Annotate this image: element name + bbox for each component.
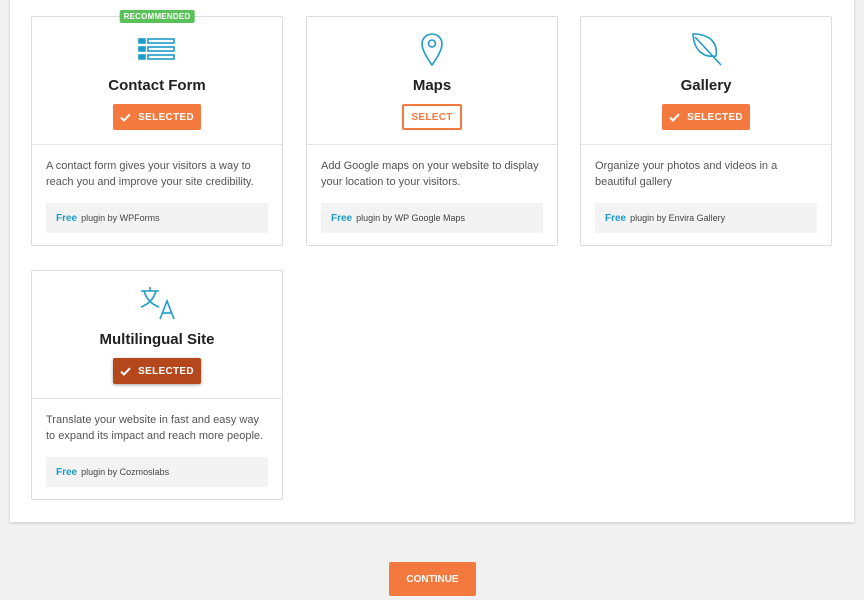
button-label: SELECTED — [138, 365, 194, 377]
continue-button[interactable]: CONTINUE — [389, 562, 476, 596]
maps-select-button[interactable]: SELECT — [402, 104, 462, 130]
card-description: A contact form gives your visitors a way… — [46, 160, 254, 188]
plugin-info: Free plugin by WP Google Maps — [321, 203, 543, 233]
translate-icon — [137, 285, 177, 321]
feature-card-multilingual: Multilingual Site SELECTED Translate you… — [31, 270, 283, 500]
plugin-info: Free plugin by Cozmoslabs — [46, 457, 268, 487]
checkmark-icon — [669, 113, 680, 122]
features-panel: RECOMMENDED Contact Form SELECTED A cont… — [10, 0, 854, 522]
feature-card-contact-form: RECOMMENDED Contact Form SELECTED A cont… — [31, 10, 283, 246]
plugin-info: Free plugin by Envira Gallery — [595, 203, 817, 233]
plugin-author: plugin by WPForms — [81, 213, 160, 223]
map-pin-icon — [412, 31, 452, 67]
form-list-icon — [137, 31, 177, 67]
card-title: Maps — [412, 77, 452, 94]
feature-card-gallery: Gallery SELECTED Organize your photos an… — [580, 16, 832, 246]
card-header: Maps SELECT — [307, 17, 557, 145]
free-label: Free — [56, 466, 78, 478]
plugin-author: plugin by WP Google Maps — [356, 213, 466, 223]
button-label: SELECT — [411, 111, 453, 123]
card-title: Contact Form — [108, 77, 206, 94]
card-header: Multilingual Site SELECTED — [32, 271, 282, 399]
contact-form-selected-button[interactable]: SELECTED — [113, 104, 201, 130]
card-title: Multilingual Site — [99, 331, 215, 348]
card-description: Translate your website in fast and easy … — [46, 414, 264, 442]
feature-card-maps: Maps SELECT Add Google maps on your webs… — [306, 16, 558, 246]
plugin-info: Free plugin by WPForms — [46, 203, 268, 233]
card-header: Contact Form SELECTED — [32, 17, 282, 145]
button-label: SELECTED — [687, 111, 743, 123]
leaf-icon — [686, 31, 726, 67]
card-header: Gallery SELECTED — [581, 17, 831, 145]
checkmark-icon — [120, 113, 131, 122]
button-label: SELECTED — [138, 111, 194, 123]
gallery-selected-button[interactable]: SELECTED — [662, 104, 750, 130]
plugin-author: plugin by Cozmoslabs — [81, 467, 170, 477]
checkmark-icon — [120, 367, 131, 376]
card-description: Organize your photos and videos in a bea… — [595, 160, 778, 188]
multilingual-selected-button[interactable]: SELECTED — [113, 358, 201, 384]
card-description: Add Google maps on your website to displ… — [321, 160, 539, 188]
plugin-author: plugin by Envira Gallery — [630, 213, 726, 223]
free-label: Free — [331, 212, 353, 224]
free-label: Free — [605, 212, 627, 224]
card-title: Gallery — [680, 77, 732, 94]
free-label: Free — [56, 212, 78, 224]
